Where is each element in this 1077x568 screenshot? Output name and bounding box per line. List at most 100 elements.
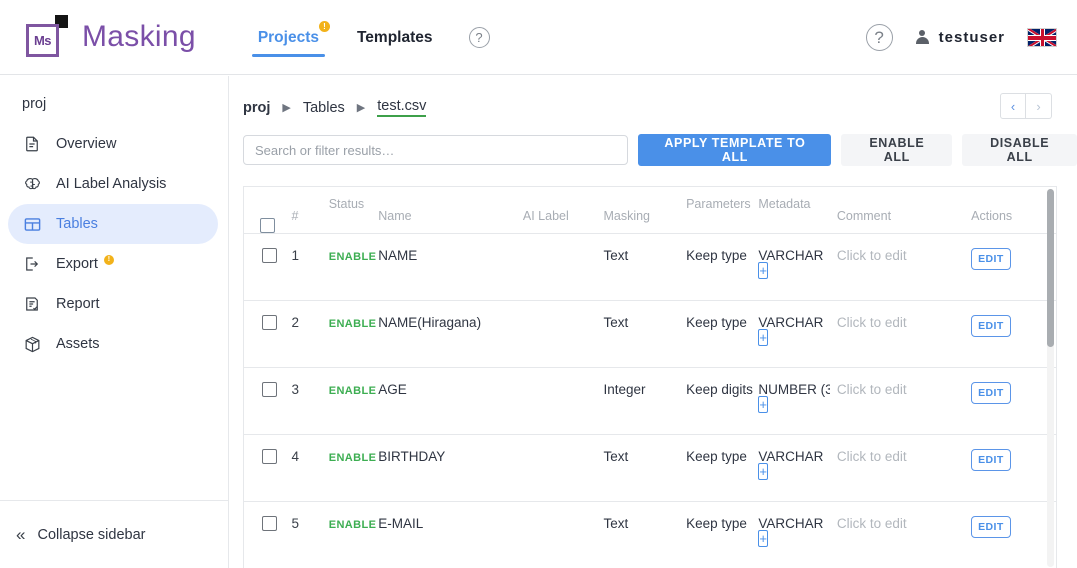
column-header-comment: Comment (836, 208, 892, 223)
row-parameters[interactable]: Keep type (686, 315, 747, 330)
enable-all-button[interactable]: ENABLE ALL (841, 134, 953, 166)
person-icon (915, 30, 930, 45)
logo-ms-text: Ms (33, 33, 52, 48)
projects-alert-badge: ! (318, 21, 330, 32)
add-metadata-icon[interactable]: + (758, 261, 768, 279)
row-edit-button[interactable]: EDIT (971, 448, 1011, 471)
tab-projects-label: Projects (257, 29, 319, 46)
row-comment[interactable]: Click to edit (837, 248, 907, 263)
username-label: testuser (938, 29, 1005, 46)
user-menu[interactable]: testuser (915, 29, 1005, 46)
masking-logo-icon: Ms (26, 15, 70, 60)
row-column-name: AGE (378, 381, 407, 397)
tab-templates-label: Templates (356, 29, 433, 46)
table-row: 3 ENABLE AGE Integer Keep digits NUMBER … (244, 367, 1056, 435)
sidebar-item-assets[interactable]: Assets (8, 324, 218, 364)
sidebar-item-ai-label-analysis[interactable]: AI Label Analysis (8, 164, 218, 204)
add-metadata-icon[interactable]: + (758, 395, 768, 413)
row-number: 2 (291, 314, 300, 330)
search-input[interactable] (243, 135, 629, 165)
breadcrumb-item-current-file[interactable]: test.csv (377, 98, 427, 117)
breadcrumb-separator-icon: ▶ (356, 102, 366, 114)
row-comment[interactable]: Click to edit (837, 516, 907, 531)
row-comment[interactable]: Click to edit (837, 449, 907, 464)
row-masking-type[interactable]: Text (603, 315, 628, 330)
row-checkbox[interactable] (262, 381, 277, 397)
apply-template-to-all-button[interactable]: APPLY TEMPLATE TO ALL (638, 134, 832, 166)
row-status-badge[interactable]: ENABLE (329, 519, 377, 531)
sidebar-item-report[interactable]: Report (8, 284, 218, 324)
row-status-badge[interactable]: ENABLE (329, 385, 377, 397)
add-metadata-icon[interactable]: + (758, 328, 768, 346)
document-icon (22, 134, 42, 154)
sidebar-item-overview[interactable]: Overview (8, 124, 218, 164)
breadcrumb-item-tables[interactable]: Tables (303, 100, 345, 116)
sidebar-item-assets-label: Assets (56, 336, 100, 352)
row-comment[interactable]: Click to edit (837, 382, 907, 397)
row-checkbox[interactable] (262, 448, 277, 464)
row-parameters[interactable]: Keep digits (686, 382, 753, 397)
row-masking-type[interactable]: Text (603, 248, 628, 263)
row-edit-button[interactable]: EDIT (971, 314, 1011, 337)
table-row: 4 ENABLE BIRTHDAY Text Keep type VARCHAR… (244, 434, 1056, 502)
tab-templates[interactable]: Templates (355, 5, 435, 69)
row-checkbox[interactable] (262, 247, 277, 263)
column-header-name: Name (378, 208, 412, 223)
row-metadata: VARCHAR (758, 314, 824, 330)
column-header-number: # (291, 208, 299, 223)
previous-page-button[interactable]: ‹ (1000, 93, 1026, 119)
help-question-icon[interactable]: ? (865, 24, 893, 51)
row-status-badge[interactable]: ENABLE (329, 318, 377, 330)
columns-table: # Status Name AI Label Masking Parameter… (244, 187, 1056, 568)
collapse-sidebar-button[interactable]: « Collapse sidebar (0, 500, 229, 568)
row-status-badge[interactable]: ENABLE (329, 251, 377, 263)
row-column-name: NAME (378, 247, 418, 263)
top-navigation: Projects ! Templates ? (251, 0, 490, 74)
table-toolbar: APPLY TEMPLATE TO ALL ENABLE ALL DISABLE… (230, 117, 1077, 166)
table-vertical-scrollbar[interactable] (1047, 189, 1054, 567)
row-parameters[interactable]: Keep type (686, 449, 747, 464)
row-parameters[interactable]: Keep type (686, 516, 747, 531)
column-header-status: Status (328, 196, 365, 211)
row-edit-button[interactable]: EDIT (971, 247, 1011, 270)
column-header-ai-label: AI Label (522, 208, 569, 223)
row-metadata: NUMBER (38 (758, 381, 830, 397)
sidebar-project-title: proj (22, 96, 47, 112)
add-metadata-icon[interactable]: + (758, 529, 768, 547)
row-edit-button[interactable]: EDIT (971, 515, 1011, 538)
row-parameters[interactable]: Keep type (686, 248, 747, 263)
next-page-button[interactable]: › (1026, 93, 1052, 119)
logo-ms-box: Ms (26, 24, 63, 60)
sidebar-item-ai-label-analysis-label: AI Label Analysis (56, 176, 167, 192)
row-checkbox[interactable] (262, 515, 277, 531)
breadcrumb: proj ▶ Tables ▶ test.csv (230, 76, 1077, 117)
brand-logo[interactable]: Ms Masking (26, 15, 196, 60)
row-column-name: NAME(Hiragana) (378, 314, 482, 330)
export-alert-badge: ! (103, 255, 114, 265)
row-edit-button[interactable]: EDIT (971, 381, 1011, 404)
row-masking-type[interactable]: Text (603, 516, 628, 531)
row-status-badge[interactable]: ENABLE (329, 452, 377, 464)
tab-projects[interactable]: Projects ! (251, 5, 330, 69)
report-check-icon (22, 294, 42, 314)
sidebar-export-text: Export (56, 256, 98, 272)
brand-title: Masking (82, 20, 196, 53)
row-checkbox[interactable] (262, 314, 277, 330)
row-masking-type[interactable]: Integer (603, 382, 645, 397)
export-arrow-icon (22, 254, 42, 274)
breadcrumb-item-proj[interactable]: proj (243, 100, 270, 116)
uk-flag-icon[interactable] (1027, 28, 1057, 47)
add-metadata-icon[interactable]: + (758, 462, 768, 480)
row-comment[interactable]: Click to edit (837, 315, 907, 330)
column-header-actions: Actions (971, 208, 1013, 223)
question-mark-icon[interactable]: ? (468, 26, 490, 48)
columns-table-container: # Status Name AI Label Masking Parameter… (243, 186, 1057, 568)
select-all-checkbox[interactable] (260, 217, 275, 233)
table-body: 1 ENABLE NAME Text Keep type VARCHAR + C… (244, 233, 1056, 568)
row-column-name: E-MAIL (378, 515, 424, 531)
sidebar-item-tables[interactable]: Tables (8, 204, 218, 244)
sidebar-item-export[interactable]: Export ! (8, 244, 218, 284)
box-icon (22, 334, 42, 354)
disable-all-button[interactable]: DISABLE ALL (962, 134, 1077, 166)
row-masking-type[interactable]: Text (603, 449, 628, 464)
